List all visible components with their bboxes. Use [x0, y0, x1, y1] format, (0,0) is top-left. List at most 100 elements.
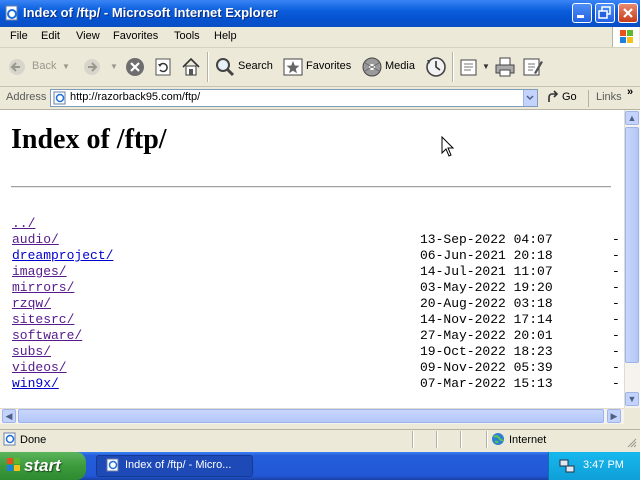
- search-button-label[interactable]: Search: [238, 60, 273, 72]
- address-label: Address: [6, 91, 47, 103]
- close-icon: [623, 8, 633, 18]
- menu-edit[interactable]: Edit: [41, 30, 60, 42]
- menu-tools[interactable]: Tools: [174, 30, 200, 42]
- done-page-icon: [3, 432, 17, 449]
- size-value: -: [612, 328, 620, 343]
- status-separator: [486, 431, 488, 448]
- directory-link[interactable]: mirrors/: [12, 280, 74, 295]
- size-value: -: [612, 360, 620, 375]
- resize-grip-icon[interactable]: [627, 438, 637, 448]
- menu-help[interactable]: Help: [214, 30, 237, 42]
- windows-logo-icon: [612, 27, 639, 47]
- favorites-button-label[interactable]: Favorites: [306, 60, 351, 72]
- menu-favorites[interactable]: Favorites: [113, 30, 158, 42]
- ie-page-icon[interactable]: [4, 5, 20, 21]
- home-icon[interactable]: [180, 56, 202, 81]
- restore-icon: [598, 6, 611, 19]
- directory-link[interactable]: rzqw/: [12, 296, 51, 311]
- modified-date: 14-Jul-2021 11:07: [420, 264, 553, 279]
- status-separator: [436, 431, 438, 448]
- go-button-label[interactable]: Go: [562, 91, 577, 103]
- toolbar-separator: [452, 52, 454, 82]
- scrollbar-corner: [624, 408, 640, 424]
- address-url[interactable]: http://razorback95.com/ftp/: [70, 91, 200, 103]
- forward-arrow-icon[interactable]: [83, 58, 101, 79]
- directory-link[interactable]: dreamproject/: [12, 248, 113, 263]
- scroll-right-icon[interactable]: ▶: [607, 409, 621, 423]
- back-dropdown-icon[interactable]: ▼: [62, 62, 70, 71]
- forward-dropdown-icon[interactable]: ▼: [110, 62, 118, 71]
- media-button-label[interactable]: Media: [385, 60, 415, 72]
- status-separator: [460, 431, 462, 448]
- modified-date: 13-Sep-2022 04:07: [420, 232, 553, 247]
- address-separator: [588, 90, 589, 107]
- mouse-cursor-icon: [441, 135, 455, 161]
- windows-flag-icon: [6, 457, 22, 476]
- internet-zone-icon: [491, 432, 505, 449]
- scroll-up-icon[interactable]: ▲: [625, 111, 639, 125]
- minimize-icon: [577, 15, 584, 18]
- parent-directory-link[interactable]: ../: [12, 216, 35, 231]
- address-dropdown-icon[interactable]: [523, 90, 537, 106]
- directory-link[interactable]: audio/: [12, 232, 59, 247]
- mail-dropdown-icon[interactable]: ▼: [482, 62, 490, 71]
- links-chevron-icon[interactable]: »: [627, 86, 633, 98]
- status-separator: [412, 431, 414, 448]
- search-icon[interactable]: [214, 56, 236, 81]
- media-icon[interactable]: [361, 56, 383, 81]
- history-icon[interactable]: [425, 56, 447, 81]
- modified-date: 27-May-2022 20:01: [420, 328, 553, 343]
- size-value: -: [612, 232, 620, 247]
- modified-date: 07-Mar-2022 15:13: [420, 376, 553, 391]
- modified-date: 06-Jun-2021 20:18: [420, 248, 553, 263]
- size-value: -: [612, 312, 620, 327]
- size-value: -: [612, 296, 620, 311]
- start-label[interactable]: start: [24, 456, 61, 476]
- favorites-icon[interactable]: [282, 56, 304, 81]
- size-value: -: [612, 248, 620, 263]
- directory-link[interactable]: win9x/: [12, 376, 59, 391]
- network-tray-icon[interactable]: [559, 458, 575, 477]
- refresh-icon[interactable]: [153, 57, 173, 80]
- back-arrow-icon[interactable]: [8, 58, 26, 79]
- print-icon[interactable]: [494, 56, 516, 81]
- clock[interactable]: 3:47 PM: [583, 459, 624, 471]
- mail-icon[interactable]: [459, 56, 481, 81]
- directory-link[interactable]: images/: [12, 264, 67, 279]
- taskbar-window-label[interactable]: Index of /ftp/ - Micro...: [125, 459, 231, 471]
- back-button-label[interactable]: Back: [32, 60, 56, 72]
- security-zone-label: Internet: [509, 434, 547, 446]
- size-value: -: [612, 344, 620, 359]
- page-heading: Index of /ftp/: [11, 124, 167, 155]
- horizontal-scroll-thumb[interactable]: [18, 409, 604, 423]
- vertical-scroll-thumb[interactable]: [625, 127, 639, 363]
- modified-date: 19-Oct-2022 18:23: [420, 344, 553, 359]
- directory-link[interactable]: videos/: [12, 360, 67, 375]
- size-value: -: [612, 280, 620, 295]
- size-value: -: [612, 264, 620, 279]
- close-button[interactable]: [618, 3, 638, 23]
- stop-icon[interactable]: [125, 57, 145, 80]
- edit-icon[interactable]: [522, 56, 544, 81]
- maximize-button[interactable]: [595, 3, 615, 23]
- directory-link[interactable]: software/: [12, 328, 82, 343]
- directory-link[interactable]: subs/: [12, 344, 51, 359]
- modified-date: 09-Nov-2022 05:39: [420, 360, 553, 375]
- minimize-button[interactable]: [572, 3, 592, 23]
- links-label[interactable]: Links: [596, 91, 622, 103]
- horizontal-rule: [11, 186, 611, 188]
- modified-date: 20-Aug-2022 03:18: [420, 296, 553, 311]
- toolbar-separator: [207, 52, 209, 82]
- directory-link[interactable]: sitesrc/: [12, 312, 74, 327]
- status-text: Done: [20, 434, 47, 446]
- scroll-left-icon[interactable]: ◀: [2, 409, 16, 423]
- go-arrow-icon[interactable]: [545, 90, 561, 109]
- modified-date: 14-Nov-2022 17:14: [420, 312, 553, 327]
- modified-date: 03-May-2022 19:20: [420, 280, 553, 295]
- window-title: Index of /ftp/ - Microsoft Internet Expl…: [23, 5, 278, 20]
- scroll-down-icon[interactable]: ▼: [625, 392, 639, 406]
- size-value: -: [612, 376, 620, 391]
- page-icon: [53, 91, 67, 108]
- menu-view[interactable]: View: [76, 30, 100, 42]
- menu-file[interactable]: File: [10, 30, 28, 42]
